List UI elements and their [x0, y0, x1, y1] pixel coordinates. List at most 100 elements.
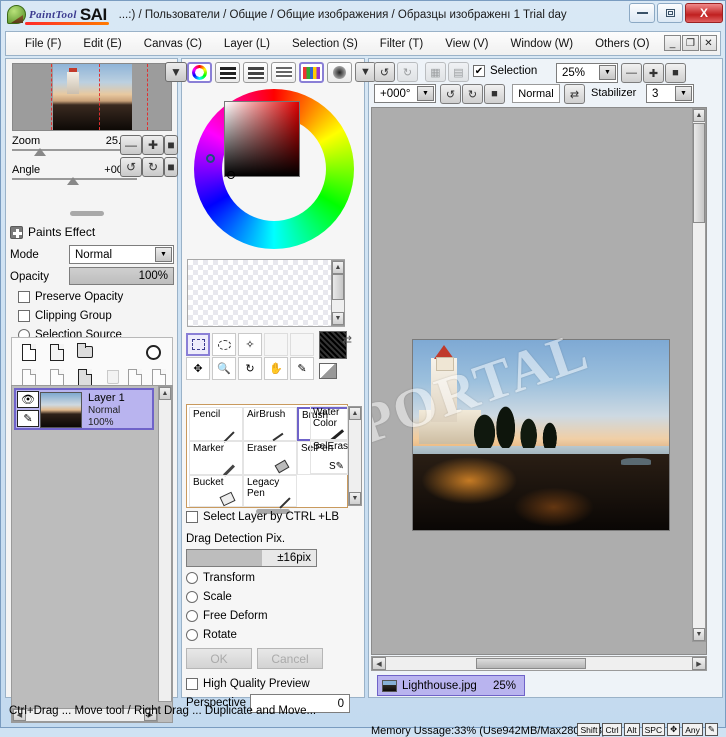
panel-resize-grip[interactable] — [70, 211, 104, 216]
magic-wand-icon[interactable]: ✧ — [238, 333, 262, 356]
scrollbar-thumb[interactable] — [332, 274, 344, 300]
new-layer-icon[interactable] — [18, 341, 40, 363]
doc-minimize-button[interactable]: _ — [664, 35, 681, 51]
radio-icon[interactable] — [186, 610, 198, 622]
checkbox-icon[interactable] — [18, 310, 30, 322]
checkbox-icon[interactable] — [186, 511, 198, 523]
new-linework-layer-icon[interactable] — [46, 341, 68, 363]
doc-close-button[interactable]: ✕ — [700, 35, 717, 51]
scale-radio[interactable]: Scale — [186, 591, 232, 603]
zoom-in-button[interactable]: ✚ — [142, 135, 164, 155]
canvas-angle-select[interactable]: +000° ▼ — [374, 84, 436, 103]
zoom-tool-icon[interactable]: 🔍 — [212, 357, 236, 380]
minimize-button[interactable] — [629, 3, 655, 23]
menu-window[interactable]: Window (W) — [499, 35, 584, 53]
cancel-button[interactable]: Cancel — [257, 648, 323, 669]
layer-select-icon[interactable]: ✎ — [17, 410, 39, 427]
zoom-slider-track[interactable] — [12, 149, 137, 151]
swatch-area[interactable] — [187, 259, 345, 327]
rect-select-icon[interactable] — [186, 333, 210, 356]
opacity-slider[interactable]: 100% — [69, 267, 174, 285]
tool-slot-empty-2[interactable] — [290, 333, 314, 356]
brush-legacy-pen[interactable]: Legacy Pen — [243, 475, 297, 509]
canvas-hscrollbar[interactable]: ◀ ▶ — [371, 656, 707, 671]
eyedropper-icon[interactable]: ✎ — [290, 357, 314, 380]
brush-eraser[interactable]: Eraser — [243, 441, 297, 475]
chevron-down-icon[interactable]: ▼ — [155, 247, 172, 262]
menu-file[interactable]: File (F) — [14, 35, 72, 53]
gradient-tab[interactable] — [327, 62, 352, 83]
redo-button[interactable]: ↻ — [397, 62, 418, 82]
canvas-zoom-reset-button[interactable]: ■ — [665, 63, 686, 83]
canvas-blend-mode[interactable]: Normal — [512, 84, 560, 103]
rotate-ccw-button[interactable]: ↺ — [120, 157, 142, 177]
lasso-select-icon[interactable] — [212, 333, 236, 356]
rotate-radio[interactable]: Rotate — [186, 629, 237, 641]
move-tool-icon[interactable]: ✥ — [186, 357, 210, 380]
menu-view[interactable]: View (V) — [434, 35, 499, 53]
secondary-color-swatch[interactable] — [319, 363, 337, 379]
undo-button[interactable]: ↺ — [374, 62, 395, 82]
scroll-up-icon[interactable]: ▲ — [159, 387, 171, 400]
canvas-rotate-cw-button[interactable]: ↻ — [462, 84, 483, 104]
color-wheel-tab[interactable] — [187, 62, 212, 83]
stabilizer-select[interactable]: 3 ▼ — [646, 84, 694, 103]
select-all-button[interactable]: ▦ — [425, 62, 446, 82]
blend-mode-select[interactable]: Normal ▼ — [69, 245, 174, 264]
zoom-slider-knob[interactable] — [34, 148, 46, 156]
brush-scrollbar[interactable]: ▲ ▼ — [348, 406, 362, 506]
scroll-right-icon[interactable]: ▶ — [692, 657, 706, 670]
canvas-zoom-in-button[interactable]: ✚ — [643, 63, 664, 83]
doc-restore-button[interactable]: ❐ — [682, 35, 699, 51]
brush-marker[interactable]: Marker — [189, 441, 243, 477]
layer-list-scrollbar[interactable]: ▲ — [158, 386, 172, 702]
brush-seleras[interactable]: SelEras — [310, 440, 348, 474]
flip-canvas-button[interactable]: ⇄ — [564, 84, 585, 104]
rotate-cw-button[interactable]: ↻ — [142, 157, 164, 177]
layer-row[interactable]: 👁 ✎ Layer 1 Normal 100% — [14, 388, 154, 430]
document-tab[interactable]: Lighthouse.jpg 25% — [377, 675, 525, 696]
scroll-left-icon[interactable]: ◀ — [372, 657, 386, 670]
zoom-slider-row[interactable]: Zoom 25.0% — [12, 135, 137, 157]
brush-airbrush[interactable]: AirBrush — [243, 407, 297, 442]
scroll-up-icon[interactable]: ▲ — [349, 407, 361, 420]
hue-marker[interactable] — [206, 154, 215, 163]
checkbox-icon[interactable]: ✔ — [473, 65, 485, 77]
preserve-opacity-checkbox[interactable]: Preserve Opacity — [18, 291, 123, 303]
scroll-up-icon[interactable]: ▲ — [693, 109, 705, 122]
checkbox-icon[interactable] — [186, 678, 198, 690]
tool-slot-empty-1[interactable] — [264, 333, 288, 356]
canvas-zoom-out-button[interactable]: — — [621, 63, 642, 83]
clipping-group-checkbox[interactable]: Clipping Group — [18, 310, 112, 322]
rotate-reset-button[interactable]: ■ — [164, 157, 178, 177]
maximize-button[interactable] — [657, 3, 683, 23]
menu-filter[interactable]: Filter (T) — [369, 35, 434, 53]
expand-plus-icon[interactable] — [10, 225, 23, 239]
zoom-out-button[interactable]: — — [120, 135, 142, 155]
menu-selection[interactable]: Selection (S) — [281, 35, 369, 53]
hsv-sliders-tab[interactable] — [243, 62, 268, 83]
layer-mask-icon[interactable] — [142, 341, 164, 363]
ok-button[interactable]: OK — [186, 648, 252, 669]
zoom-reset-button[interactable]: ■ — [164, 135, 178, 155]
angle-slider-knob[interactable] — [67, 177, 79, 185]
rotate-tool-icon[interactable]: ↻ — [238, 357, 262, 380]
radio-icon[interactable] — [186, 629, 198, 641]
brush-pencil[interactable]: Pencil — [189, 407, 243, 443]
hand-tool-icon[interactable]: ✋ — [264, 357, 288, 380]
menu-canvas[interactable]: Canvas (C) — [133, 35, 213, 53]
sv-marker[interactable] — [227, 171, 235, 179]
brush-bucket[interactable]: Bucket — [189, 475, 243, 507]
canvas-image[interactable] — [413, 340, 669, 530]
chevron-down-icon[interactable]: ▼ — [675, 86, 692, 101]
transform-radio[interactable]: Transform — [186, 572, 255, 584]
swap-colors-icon[interactable]: ⇄ — [342, 333, 352, 347]
scrollbar-thumb[interactable] — [693, 123, 705, 223]
select-layer-ctrl-checkbox[interactable]: Select Layer by CTRL +LB — [186, 511, 339, 523]
swatch-grid-tab[interactable] — [299, 62, 324, 83]
layer-list[interactable]: 👁 ✎ Layer 1 Normal 100% ▲ ◀ ▶ — [11, 385, 173, 723]
navigator-thumbnail[interactable] — [12, 63, 172, 131]
canvas-vscrollbar[interactable]: ▲ ▼ — [692, 108, 706, 642]
scroll-down-icon[interactable]: ▼ — [693, 628, 705, 641]
scroll-up-icon[interactable]: ▲ — [332, 261, 344, 274]
